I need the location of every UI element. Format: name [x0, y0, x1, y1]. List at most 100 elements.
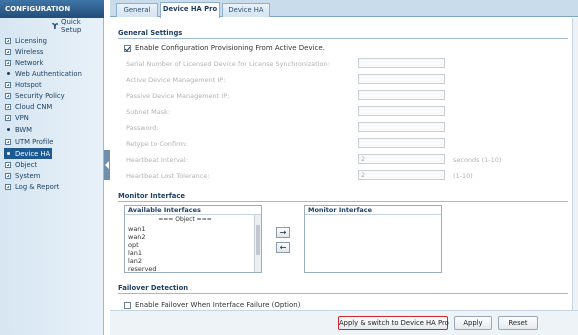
sidebar-item-label: Hotspot: [15, 80, 42, 89]
sidebar-item-label: Security Policy: [15, 91, 65, 100]
sidebar-item-label: Wireless: [15, 47, 44, 56]
available-interfaces-header: Available Interfaces: [125, 206, 261, 215]
active-mgmt-ip-input[interactable]: [358, 74, 445, 84]
sidebar-item-label: VPN: [15, 113, 29, 122]
button-bar: Apply & switch to Device HA Pro Apply Re…: [110, 310, 578, 335]
sidebar-item-label: Network: [15, 58, 44, 67]
heartbeat-tolerance-input[interactable]: 2: [358, 170, 445, 180]
enable-provisioning-label: Enable Configuration Provisioning From A…: [135, 44, 325, 52]
sidebar-item-label: Log & Report: [15, 182, 60, 191]
password-input[interactable]: [358, 122, 445, 132]
quick-setup-link[interactable]: ϒ Quick Setup: [52, 18, 103, 34]
serial-number-input[interactable]: [358, 58, 445, 68]
sidebar-item-label: BWM: [15, 125, 33, 134]
list-scrollbar[interactable]: [254, 215, 261, 272]
tab-device-ha[interactable]: Device HA: [222, 3, 270, 17]
sidebar-item-log-report[interactable]: Log & Report: [4, 181, 102, 192]
available-interfaces-body: === Object === wan1 wan2 opt lan1 lan2 r…: [125, 215, 261, 273]
section-divider: [118, 38, 568, 39]
arrow-right-icon: →: [279, 228, 287, 237]
expand-icon: [4, 172, 12, 180]
sidebar-item-utm-profile[interactable]: UTM Profile: [4, 136, 102, 147]
expand-icon: [4, 183, 12, 191]
sidebar: CONFIGURATION ϒ Quick Setup Licensing Wi…: [0, 0, 104, 335]
tab-bar: General Device HA Pro Device HA: [110, 0, 578, 18]
sidebar-item-object[interactable]: Object: [4, 159, 102, 170]
expand-icon: [4, 161, 12, 169]
sidebar-item-label: Licensing: [15, 36, 47, 45]
expand-icon: [4, 59, 12, 67]
list-item[interactable]: lan1: [128, 249, 142, 257]
object-group-label: === Object ===: [158, 216, 212, 223]
general-settings-title: General Settings: [118, 29, 183, 37]
bullet-icon: [4, 150, 12, 158]
sidebar-item-label: UTM Profile: [15, 137, 54, 146]
scroll-thumb[interactable]: [256, 225, 260, 255]
apply-switch-button[interactable]: Apply & switch to Device HA Pro: [338, 316, 449, 330]
sidebar-item-label: Web Authentication: [15, 69, 82, 78]
chevron-left-icon: [105, 161, 109, 169]
bullet-icon: [4, 70, 12, 78]
list-item[interactable]: wan1: [128, 225, 146, 233]
active-mgmt-ip-label: Active Device Management IP:: [126, 76, 226, 84]
sidebar-item-cloud-cnm[interactable]: Cloud CNM: [4, 101, 102, 112]
sidebar-item-network[interactable]: Network: [4, 57, 102, 68]
tab-general[interactable]: General: [116, 3, 158, 17]
passive-mgmt-ip-input[interactable]: [358, 90, 445, 100]
failover-label: Enable Failover When Interface Failure (…: [135, 301, 301, 309]
sidebar-item-label: Object: [15, 160, 38, 169]
passive-mgmt-ip-label: Passive Device Management IP:: [126, 92, 230, 100]
sidebar-item-vpn[interactable]: VPN: [4, 112, 102, 123]
sidebar-item-label: Cloud CNM: [15, 102, 53, 111]
list-item[interactable]: reserved: [128, 265, 157, 273]
retype-password-label: Retype to Confirm:: [126, 140, 188, 148]
sidebar-item-hotspot[interactable]: Hotspot: [4, 79, 102, 90]
bullet-icon: [4, 126, 12, 134]
sidebar-item-device-ha[interactable]: Device HA: [4, 148, 52, 159]
monitor-interface-title: Monitor Interface: [118, 192, 185, 200]
list-item[interactable]: opt: [128, 241, 139, 249]
heartbeat-interval-hint: seconds (1-10): [453, 156, 502, 164]
sidebar-item-security-policy[interactable]: Security Policy: [4, 90, 102, 101]
failover-row[interactable]: Enable Failover When Interface Failure (…: [124, 301, 300, 309]
sidebar-item-web-authentication[interactable]: Web Authentication: [4, 68, 102, 79]
serial-number-label: Serial Number of Licensed Device for Lic…: [126, 60, 330, 68]
available-interfaces-list[interactable]: Available Interfaces === Object === wan1…: [124, 205, 262, 273]
list-item[interactable]: wan2: [128, 233, 146, 241]
sidebar-item-bwm[interactable]: BWM: [4, 124, 102, 135]
sidebar-item-wireless[interactable]: Wireless: [4, 46, 102, 57]
heartbeat-interval-input[interactable]: 2: [358, 154, 445, 164]
monitor-interface-list[interactable]: Monitor Interface: [304, 205, 442, 273]
content-scrollbar[interactable]: [572, 18, 578, 310]
remove-interface-button[interactable]: ←: [276, 242, 290, 253]
list-item[interactable]: lan2: [128, 257, 142, 265]
arrow-left-icon: ←: [279, 243, 287, 252]
apply-button[interactable]: Apply: [454, 316, 492, 330]
expand-icon: [4, 81, 12, 89]
reset-button[interactable]: Reset: [498, 316, 538, 330]
failover-checkbox[interactable]: [124, 301, 131, 309]
failover-detection-title: Failover Detection: [118, 284, 189, 292]
wand-icon: ϒ: [52, 21, 58, 31]
retype-password-input[interactable]: [358, 138, 445, 148]
password-label: Password:: [126, 124, 159, 132]
section-divider: [118, 293, 568, 294]
tab-device-ha-pro[interactable]: Device HA Pro: [160, 2, 220, 18]
sidebar-item-licensing[interactable]: Licensing: [4, 35, 102, 46]
content-area: General Settings Enable Configuration Pr…: [110, 18, 572, 310]
add-interface-button[interactable]: →: [276, 227, 290, 238]
section-divider: [118, 201, 568, 202]
subnet-mask-input[interactable]: [358, 106, 445, 116]
sidebar-title: CONFIGURATION: [0, 0, 104, 18]
sidebar-item-system[interactable]: System: [4, 170, 102, 181]
sidebar-item-label: Device HA: [15, 149, 51, 158]
subnet-mask-label: Subnet Mask:: [126, 108, 171, 116]
enable-provisioning-checkbox[interactable]: [124, 44, 131, 52]
expand-icon: [4, 92, 12, 100]
expand-icon: [4, 48, 12, 56]
monitor-interface-header: Monitor Interface: [305, 206, 441, 215]
expand-icon: [4, 37, 12, 45]
expand-icon: [4, 114, 12, 122]
heartbeat-interval-label: Heartbeat Interval:: [126, 156, 188, 164]
enable-provisioning-row[interactable]: Enable Configuration Provisioning From A…: [124, 44, 325, 52]
